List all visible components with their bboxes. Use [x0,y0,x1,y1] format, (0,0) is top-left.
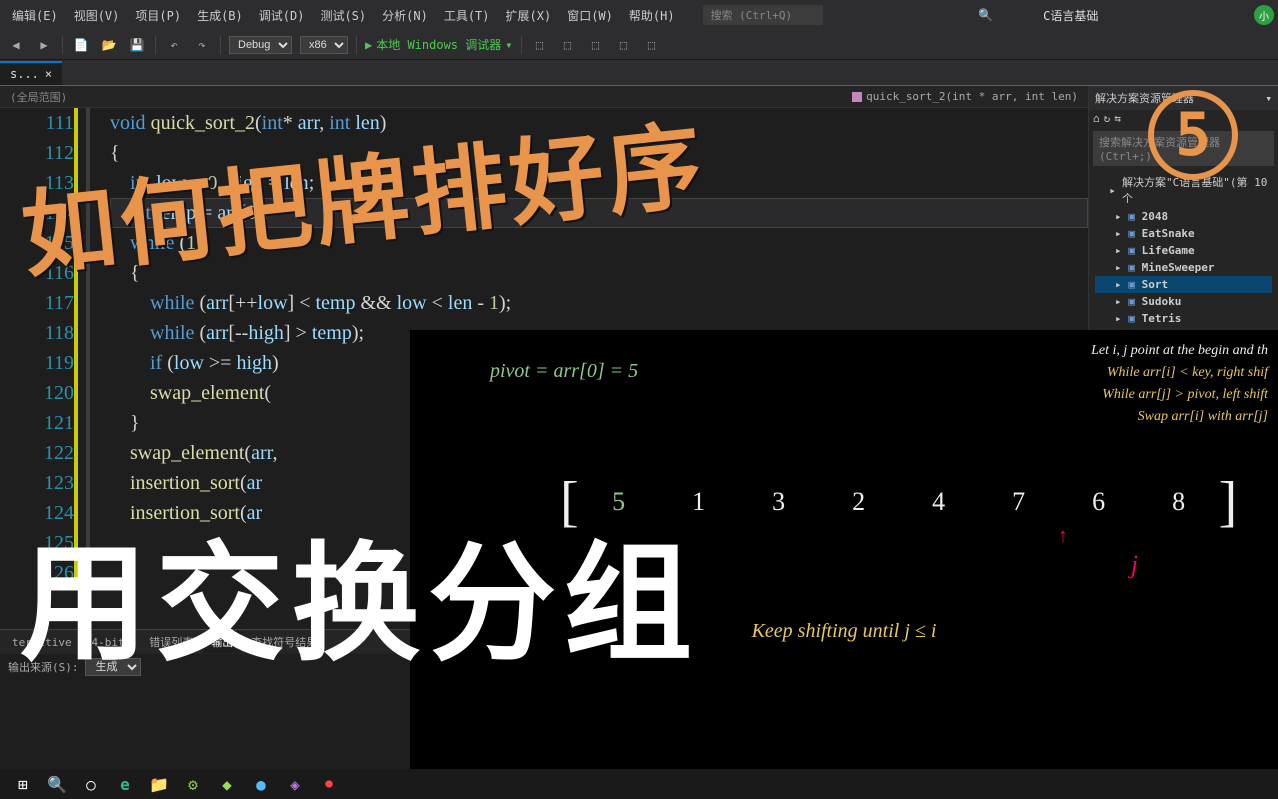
project-icon: ▣ [1126,211,1138,223]
solution-tree: ▸ 解决方案"C语言基础"(第 10 个▸ ▣ 2048▸ ▣ EatSnake… [1089,170,1278,329]
dropdown-icon[interactable]: ▾ [1265,92,1272,105]
app-icon[interactable]: ● [246,770,276,798]
menu-view[interactable]: 视图(V) [66,7,128,24]
line-number: 122 [0,438,74,468]
nav-back-icon[interactable]: ◀ [6,35,26,55]
array-cell: 6 [1059,487,1139,517]
tb-icon[interactable]: ⬚ [530,35,550,55]
project-icon: ▣ [1126,262,1138,274]
tb-icon[interactable]: ⬚ [558,35,578,55]
menu-extensions[interactable]: 扩展(X) [498,7,560,24]
start-icon[interactable]: ⊞ [8,770,38,798]
edge-icon[interactable]: e [110,770,140,798]
project-node-sort[interactable]: ▸ ▣ Sort [1095,276,1272,293]
solution-icon: ▸ [1107,184,1118,196]
vis-note: While arr[i] < key, right shif [1091,362,1268,384]
undo-icon[interactable]: ↶ [164,35,184,55]
menu-build[interactable]: 生成(B) [189,7,251,24]
function-icon [852,92,862,102]
project-icon: ▣ [1126,228,1138,240]
bracket-icon: ] [1219,470,1238,534]
overlay-number: 5 [1148,90,1238,180]
line-number: 121 [0,408,74,438]
vis-note: Let i, j point at the begin and th [1091,340,1268,362]
run-button[interactable]: ▶ 本地 Windows 调试器 ▾ [365,36,513,53]
code-line[interactable]: while (arr[++low] < temp && low < len - … [110,288,1088,318]
close-icon[interactable]: × [45,67,52,81]
vis-note: While arr[j] > pivot, left shift [1091,384,1268,406]
j-pointer: j [1131,550,1138,580]
overlay-title-2: 用交换分组 [20,500,700,685]
keep-text: Keep shifting until j ≤ i [752,620,937,643]
array-cell: 2 [819,487,899,517]
scope-dropdown[interactable]: (全局范围) [10,89,67,105]
home-icon[interactable]: ⌂ [1093,112,1100,125]
project-icon: ▣ [1126,245,1138,257]
project-icon: ▣ [1126,279,1138,291]
menu-tools[interactable]: 工具(T) [436,7,498,24]
line-number: 119 [0,348,74,378]
menu-help[interactable]: 帮助(H) [621,7,683,24]
tb-icon[interactable]: ⬚ [586,35,606,55]
project-node-lifegame[interactable]: ▸ ▣ LifeGame [1095,242,1272,259]
project-node-2048[interactable]: ▸ ▣ 2048 [1095,208,1272,225]
menu-edit[interactable]: 编辑(E) [4,7,66,24]
cortana-icon[interactable]: ○ [76,770,106,798]
new-icon[interactable]: 📄 [71,35,91,55]
search-box[interactable]: 搜索 (Ctrl+Q) [703,5,823,25]
open-icon[interactable]: 📂 [99,35,119,55]
function-dropdown[interactable]: quick_sort_2(int * arr, int len) [852,90,1078,103]
search-icon[interactable]: 🔍 [42,770,72,798]
menu-window[interactable]: 窗口(W) [559,7,621,24]
refresh-icon[interactable]: ↻ [1104,112,1111,125]
menu-test[interactable]: 测试(S) [312,7,374,24]
sync-icon[interactable]: ⇆ [1114,112,1121,125]
save-icon[interactable]: 💾 [127,35,147,55]
config-select[interactable]: Debug [229,36,292,54]
folder-icon[interactable]: 📁 [144,770,174,798]
pycharm-icon[interactable]: ◆ [212,770,242,798]
project-icon: ▣ [1126,296,1138,308]
line-number: 120 [0,378,74,408]
project-icon: ▣ [1126,313,1138,325]
array-cell: 4 [899,487,979,517]
redo-icon[interactable]: ↷ [192,35,212,55]
tb-icon[interactable]: ⬚ [642,35,662,55]
vis-notes: Let i, j point at the begin and thWhile … [1091,340,1268,428]
vs-icon[interactable]: ◈ [280,770,310,798]
pointer-arrow-icon: ↑ [1058,525,1068,548]
project-node-sudoku[interactable]: ▸ ▣ Sudoku [1095,293,1272,310]
settings-icon[interactable]: ⚙ [178,770,208,798]
line-number: 123 [0,468,74,498]
vis-note: Swap arr[i] with arr[j] [1091,406,1268,428]
line-number: 118 [0,318,74,348]
project-node-eatsnake[interactable]: ▸ ▣ EatSnake [1095,225,1272,242]
tb-icon[interactable]: ⬚ [614,35,634,55]
menu-project[interactable]: 项目(P) [127,7,189,24]
project-node-minesweeper[interactable]: ▸ ▣ MineSweeper [1095,259,1272,276]
record-icon[interactable]: ⏺ [314,770,344,798]
array-cell: 3 [739,487,819,517]
editor-tab[interactable]: s...× [0,61,62,85]
menu-analyze[interactable]: 分析(N) [374,7,436,24]
platform-select[interactable]: x86 [300,36,348,54]
menubar: 编辑(E) 视图(V) 项目(P) 生成(B) 调试(D) 测试(S) 分析(N… [0,0,1278,30]
line-number: 111 [0,108,74,138]
array-cell: 8 [1139,487,1219,517]
avatar[interactable]: 小 [1254,5,1274,25]
menu-debug[interactable]: 调试(D) [251,7,313,24]
nav-fwd-icon[interactable]: ▶ [34,35,54,55]
array-cell: 7 [979,487,1059,517]
project-name: C语言基础 [1043,7,1098,24]
taskbar: ⊞ 🔍 ○ e 📁 ⚙ ◆ ● ◈ ⏺ [0,769,1278,799]
project-node-tetris[interactable]: ▸ ▣ Tetris [1095,310,1272,327]
tab-strip: s...× [0,60,1278,86]
search-icon[interactable]: 🔍 [978,8,993,22]
toolbar: ◀ ▶ 📄 📂 💾 ↶ ↷ Debug x86 ▶ 本地 Windows 调试器… [0,30,1278,60]
